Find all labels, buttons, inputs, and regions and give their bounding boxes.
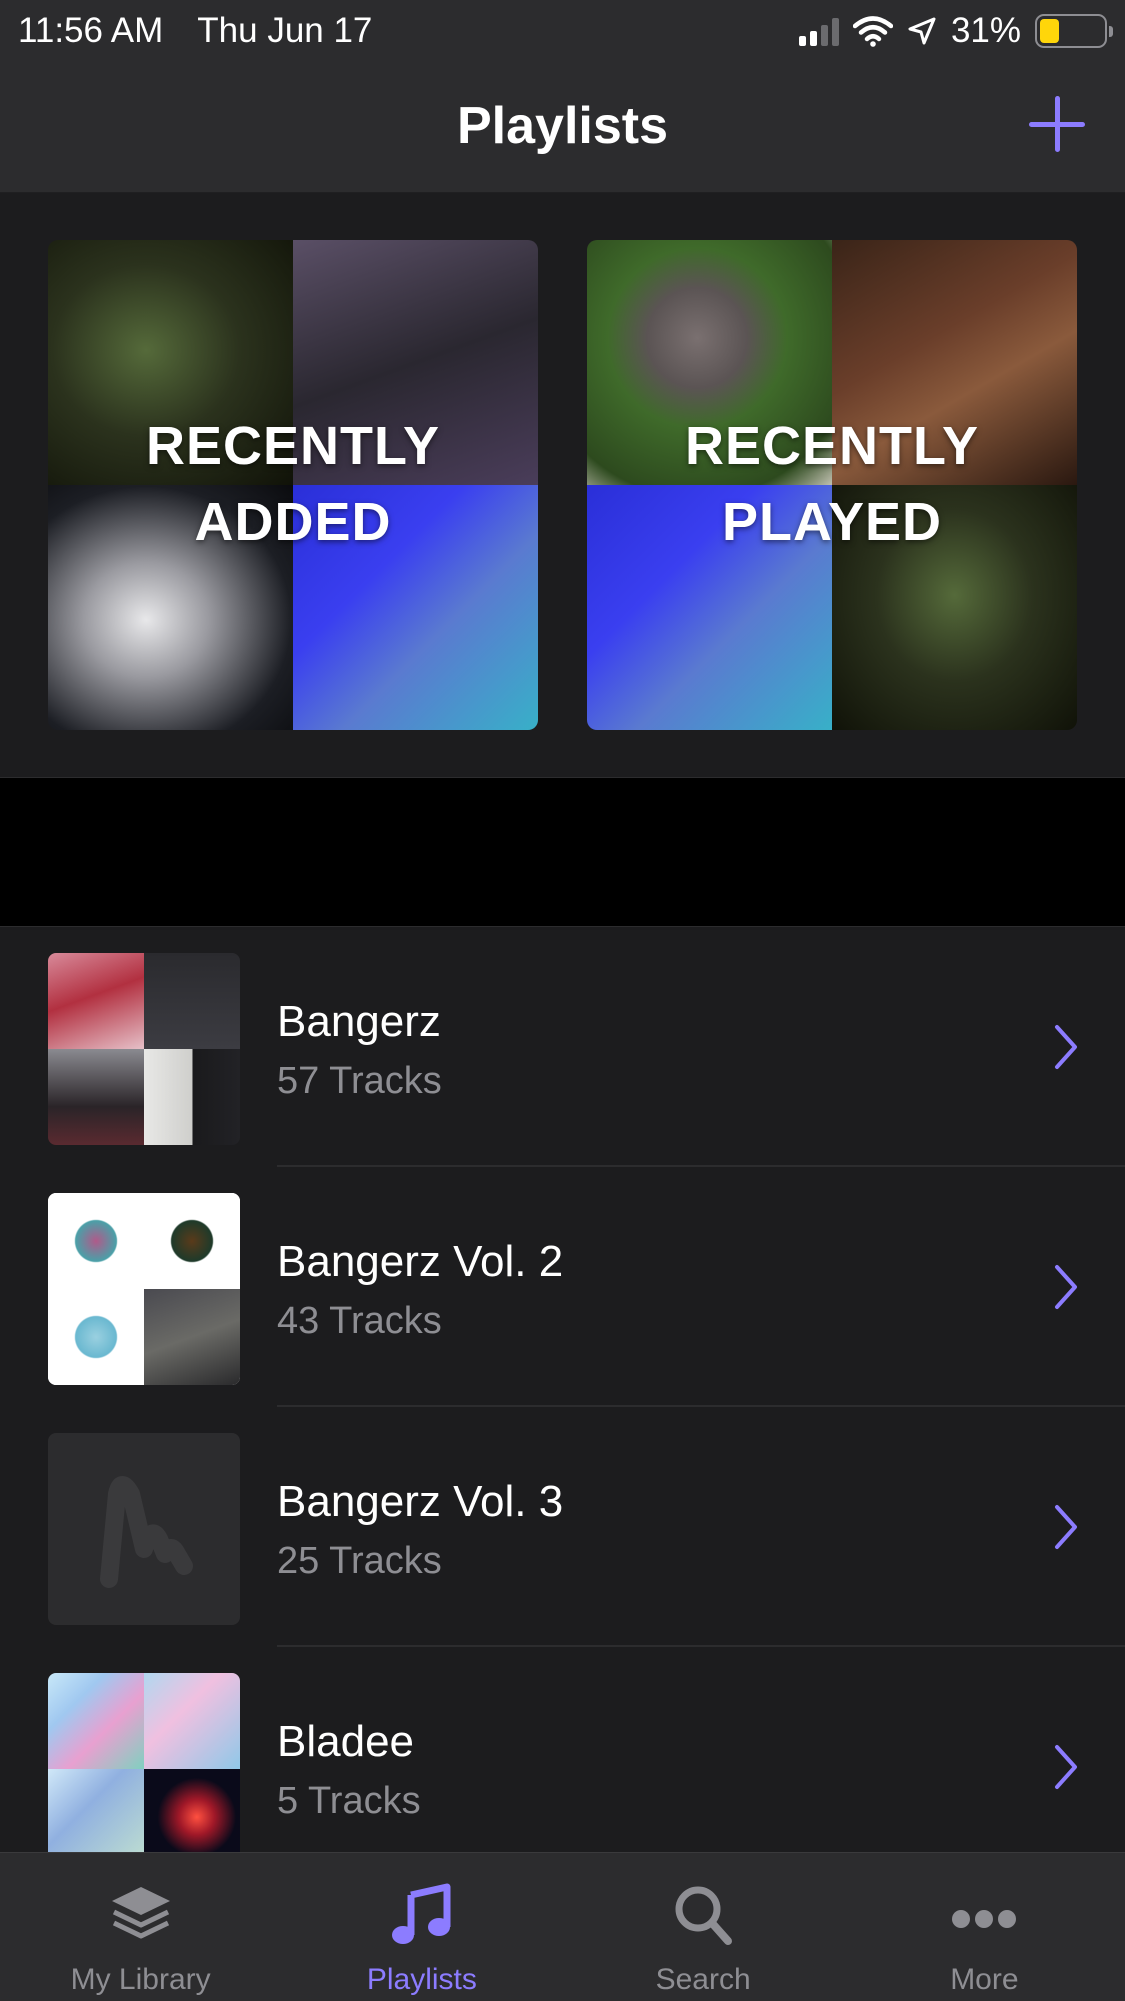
cover-art-tile: [144, 1769, 240, 1852]
section-spacer: [0, 778, 1125, 926]
cover-art-tile: [48, 1769, 144, 1852]
cover-art-tile: [48, 953, 144, 1049]
battery-icon: [1035, 14, 1113, 48]
recently-played-label: RECENTLY PLAYED: [684, 416, 980, 552]
page-title: Playlists: [456, 97, 669, 155]
cover-art-tile: [48, 1193, 144, 1289]
add-playlist-button[interactable]: [1025, 92, 1089, 156]
battery-percent: 31%: [950, 11, 1021, 50]
cover-art-tile: [144, 1289, 240, 1385]
recently-played-card[interactable]: RECENTLY PLAYED: [587, 240, 1077, 730]
playlist-track-count: 43 Tracks: [277, 1300, 442, 1342]
playlist-row[interactable]: Bladee 5 Tracks: [0, 1647, 1125, 1852]
tab-label: My Library: [70, 1963, 211, 1996]
playlist-name: Bladee: [277, 1717, 415, 1766]
chevron-right-icon: [1055, 1025, 1077, 1069]
placeholder-logo-icon: [100, 1476, 193, 1588]
cover-art-tile: [48, 1289, 144, 1385]
music-note-icon: [391, 1883, 451, 1944]
more-icon: [952, 1910, 1017, 1928]
tab-label: Search: [655, 1963, 751, 1996]
cover-art-tile: [48, 1673, 144, 1769]
recently-added-label: RECENTLY ADDED: [145, 416, 441, 552]
cover-art-tile: [144, 1673, 240, 1769]
tab-more[interactable]: More: [844, 1853, 1125, 2001]
tab-playlists[interactable]: Playlists: [281, 1853, 562, 2001]
tab-bar: My Library Playlists Search More: [0, 1852, 1125, 2001]
playlist-row[interactable]: Bangerz Vol. 2 43 Tracks: [0, 1167, 1125, 1407]
playlist-artwork: [48, 1193, 240, 1385]
playlist-name: Bangerz Vol. 3: [277, 1477, 564, 1526]
playlist-track-count: 5 Tracks: [277, 1780, 421, 1822]
cover-art-tile: [144, 1193, 240, 1289]
navigation-bar: Playlists: [0, 62, 1125, 193]
wifi-icon: [852, 16, 893, 47]
playlist-name: Bangerz Vol. 2: [277, 1237, 564, 1286]
status-bar: 11:56 AM Thu Jun 17 31%: [0, 0, 1125, 62]
tab-my-library[interactable]: My Library: [0, 1853, 281, 2001]
chevron-right-icon: [1055, 1505, 1077, 1549]
location-arrow-icon: [908, 17, 936, 45]
tab-search[interactable]: Search: [563, 1853, 844, 2001]
tab-label: More: [950, 1963, 1019, 1996]
playlist-track-count: 57 Tracks: [277, 1060, 442, 1102]
playlist-artwork: [48, 953, 240, 1145]
chevron-right-icon: [1055, 1745, 1077, 1789]
playlist-track-count: 25 Tracks: [277, 1540, 442, 1582]
chevron-right-icon: [1055, 1265, 1077, 1309]
playlist-row[interactable]: Bangerz 57 Tracks: [0, 927, 1125, 1167]
featured-section: RECENTLY ADDED RECENTLY PLAYED: [0, 193, 1125, 778]
tab-label: Playlists: [366, 1963, 477, 1996]
playlist-artwork: [48, 1433, 240, 1625]
stack-icon: [111, 1887, 170, 1939]
cellular-signal-icon: [798, 16, 839, 46]
recently-added-card[interactable]: RECENTLY ADDED: [48, 240, 538, 730]
playlist-row[interactable]: Bangerz Vol. 3 25 Tracks: [0, 1407, 1125, 1647]
status-time: 11:56 AM: [18, 11, 164, 50]
search-icon: [675, 1886, 733, 1945]
playlist-name: Bangerz: [277, 997, 441, 1046]
cover-art-tile: [144, 1049, 240, 1145]
status-date: Thu Jun 17: [197, 11, 373, 50]
playlist-list: Bangerz 57 Tracks Bangerz Vol. 2 43 Trac…: [0, 926, 1125, 1852]
cover-art-tile: [48, 1049, 144, 1145]
cover-art-tile: [144, 953, 240, 1049]
playlist-artwork: [48, 1673, 240, 1852]
